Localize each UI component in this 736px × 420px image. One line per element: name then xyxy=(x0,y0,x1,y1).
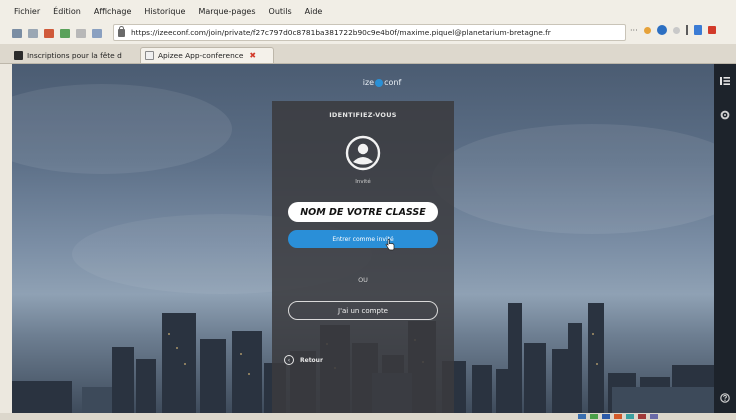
bookmarks-icon[interactable] xyxy=(12,28,22,38)
tray-icon xyxy=(626,414,634,419)
status-bar xyxy=(0,413,736,420)
tab-label: Inscriptions pour la fête d xyxy=(27,50,122,60)
logo-text-prefix: ize xyxy=(362,78,375,87)
tray-icon xyxy=(650,414,658,419)
menu-marque-pages[interactable]: Marque-pages xyxy=(198,7,255,16)
back-button[interactable]: ‹ Retour xyxy=(284,355,323,365)
sync-icon[interactable] xyxy=(672,26,680,34)
class-name-input[interactable] xyxy=(288,202,438,222)
tray-icon xyxy=(578,414,586,419)
menu-outils[interactable]: Outils xyxy=(269,7,292,16)
chevron-left-icon: ‹ xyxy=(284,355,294,365)
tray-icon xyxy=(602,414,610,419)
address-bar[interactable]: https://izeeconf.com/join/private/f27c79… xyxy=(113,24,626,41)
tab-bar: Inscriptions pour la fête d Apizee App-c… xyxy=(0,44,736,64)
dialog-title: IDENTIFIEZ-VOUS xyxy=(329,111,397,119)
logo-text-suffix: conf xyxy=(384,78,402,87)
menu-fichier[interactable]: Fichier xyxy=(14,7,40,16)
app-sidebar xyxy=(714,64,736,413)
menu-bar: Fichier Édition Affichage Historique Mar… xyxy=(0,0,736,22)
i-have-an-account-label: J'ai un compte xyxy=(338,306,388,315)
toolbar-divider xyxy=(685,25,688,35)
addon-icon[interactable] xyxy=(44,28,54,38)
tab-label: Apizee App-conference xyxy=(158,51,244,60)
sky-cloud xyxy=(12,84,232,174)
help-icon[interactable] xyxy=(720,393,730,403)
hand-cursor-icon xyxy=(385,239,395,251)
url-text[interactable]: https://izeeconf.com/join/private/f27c79… xyxy=(131,28,551,37)
star-icon[interactable] xyxy=(643,26,651,34)
reader-icon[interactable] xyxy=(92,28,102,38)
conference-page: izeconf IDENTIFIEZ-VOUS Invité Entrer co… xyxy=(12,64,726,413)
tray-icon xyxy=(590,414,598,419)
download-icon[interactable] xyxy=(60,28,70,38)
menu-aide[interactable]: Aide xyxy=(305,7,323,16)
tray-icon xyxy=(638,414,646,419)
print-icon[interactable] xyxy=(28,28,38,38)
extension-icon[interactable] xyxy=(656,25,667,35)
login-dialog: IDENTIFIEZ-VOUS Invité Entrer comme invi… xyxy=(272,101,454,413)
guest-label: Invité xyxy=(355,179,371,185)
i-have-an-account-button[interactable]: J'ai un compte xyxy=(288,301,438,320)
page-actions-button[interactable]: ··· xyxy=(630,26,638,35)
list-menu-icon[interactable] xyxy=(720,76,730,86)
logo-dot-icon xyxy=(375,78,384,87)
tab-apizee[interactable]: Apizee App-conference ✖ xyxy=(140,47,274,63)
tab-close-icon[interactable]: ✖ xyxy=(249,51,256,60)
tab-favicon-icon xyxy=(145,51,154,60)
menu-edition[interactable]: Édition xyxy=(53,7,81,16)
lock-icon xyxy=(118,25,125,37)
sky-cloud xyxy=(432,124,726,234)
notification-icon[interactable] xyxy=(707,26,716,34)
navigation-toolbar: https://izeeconf.com/join/private/f27c79… xyxy=(0,22,736,44)
back-label: Retour xyxy=(300,356,323,364)
gear-icon[interactable] xyxy=(720,110,730,120)
separator-or: OU xyxy=(358,276,368,284)
toolbar-right: ··· xyxy=(630,25,716,35)
menu-affichage[interactable]: Affichage xyxy=(94,7,132,16)
izeeconf-logo: ize conf xyxy=(342,78,422,87)
tab-favicon-icon xyxy=(14,50,23,60)
menu-historique[interactable]: Historique xyxy=(144,7,185,16)
tray-icon xyxy=(614,414,622,419)
page-icon[interactable] xyxy=(76,28,86,38)
user-avatar-icon xyxy=(345,135,381,171)
downloads-icon[interactable] xyxy=(693,25,702,35)
tab-inscriptions[interactable]: Inscriptions pour la fête d xyxy=(10,47,138,63)
enter-as-guest-button[interactable]: Entrer comme invité xyxy=(288,230,438,248)
